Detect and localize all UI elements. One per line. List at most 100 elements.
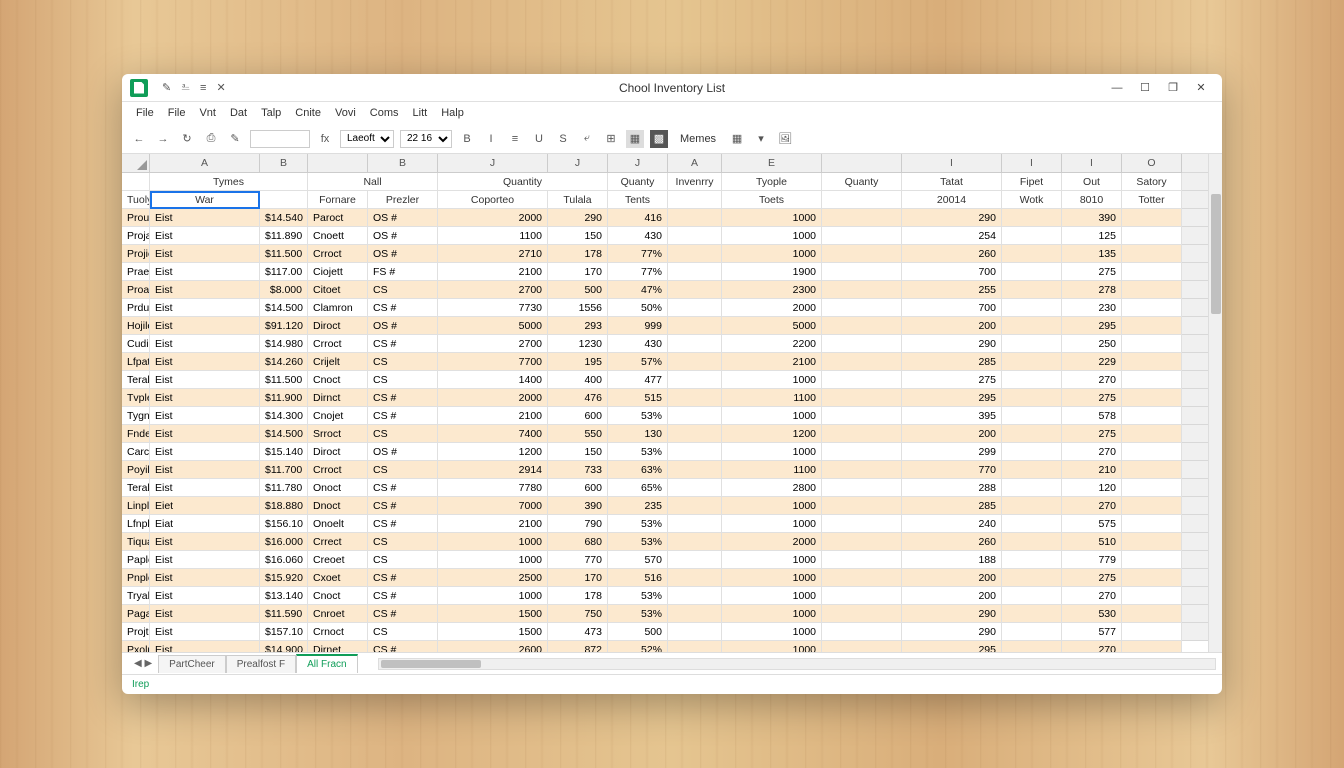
cell-work[interactable]	[1002, 263, 1062, 281]
cell-tents[interactable]: 50%	[608, 299, 668, 317]
paint-button[interactable]: ✎	[226, 130, 244, 148]
cell-cop[interactable]: 1400	[438, 371, 548, 389]
cell-toets[interactable]: 1000	[722, 587, 822, 605]
cell-tents[interactable]: 500	[608, 623, 668, 641]
horizontal-scrollbar[interactable]	[378, 658, 1216, 670]
cell-qty[interactable]	[822, 623, 902, 641]
cell-inv[interactable]	[668, 641, 722, 652]
quick-edit-icon[interactable]: ✎	[162, 81, 171, 94]
menu-coms[interactable]: Coms	[364, 105, 405, 121]
cell-prec[interactable]: CS	[368, 551, 438, 569]
cell-price[interactable]: $14.260	[260, 353, 308, 371]
cell-forn[interactable]: Cnroet	[308, 605, 368, 623]
cell-price[interactable]: $14.500	[260, 299, 308, 317]
cell-cop[interactable]: 1000	[438, 533, 548, 551]
back-button[interactable]: ←	[130, 130, 148, 148]
cell-prec[interactable]: CS	[368, 623, 438, 641]
cell-inv[interactable]	[668, 281, 722, 299]
cell-work[interactable]	[1002, 515, 1062, 533]
cell-qty[interactable]	[822, 389, 902, 407]
cell-inv[interactable]	[668, 209, 722, 227]
cell-qty[interactable]	[822, 209, 902, 227]
cell-cop[interactable]: 1000	[438, 551, 548, 569]
cell-tat[interactable]: 285	[902, 353, 1002, 371]
cell-tot[interactable]	[1122, 587, 1182, 605]
cell-out[interactable]: 390	[1062, 209, 1122, 227]
cell-qty[interactable]	[822, 533, 902, 551]
cell-b[interactable]: Eist	[150, 641, 260, 652]
cell-price[interactable]: $117.00	[260, 263, 308, 281]
cell-tat[interactable]: 285	[902, 497, 1002, 515]
cell-work[interactable]	[1002, 551, 1062, 569]
cell-out[interactable]: 577	[1062, 623, 1122, 641]
cell-price[interactable]: $11.900	[260, 389, 308, 407]
cell-toets[interactable]: 1000	[722, 245, 822, 263]
cell-forn[interactable]: Onoct	[308, 479, 368, 497]
cell-price[interactable]: $13.140	[260, 587, 308, 605]
cell-cop[interactable]: 1500	[438, 623, 548, 641]
col-header-9[interactable]	[822, 154, 902, 173]
close-button[interactable]: ✕	[1188, 78, 1214, 98]
cell-name[interactable]: Linply	[122, 497, 150, 515]
cell-cop[interactable]: 1500	[438, 605, 548, 623]
quick-format-icon[interactable]: ⎁	[181, 81, 190, 94]
dropdown-icon[interactable]: ▾	[752, 130, 770, 148]
strike-button[interactable]: S	[554, 130, 572, 148]
cell-inv[interactable]	[668, 425, 722, 443]
cell-work[interactable]	[1002, 587, 1062, 605]
cell-prec[interactable]: OS #	[368, 245, 438, 263]
cell-tot[interactable]	[1122, 461, 1182, 479]
cell-toets[interactable]: 1000	[722, 497, 822, 515]
cell-price[interactable]: $14.900	[260, 641, 308, 652]
cell-forn[interactable]: Cnoct	[308, 587, 368, 605]
cell-work[interactable]	[1002, 335, 1062, 353]
bold-button[interactable]: B	[458, 130, 476, 148]
cell-prec[interactable]: CS #	[368, 407, 438, 425]
cell-out[interactable]: 229	[1062, 353, 1122, 371]
cell-out[interactable]: 779	[1062, 551, 1122, 569]
cell-toets[interactable]: 1000	[722, 605, 822, 623]
cell-out[interactable]: 270	[1062, 371, 1122, 389]
vertical-scrollbar[interactable]	[1208, 154, 1222, 652]
cell-out[interactable]: 125	[1062, 227, 1122, 245]
cell-qty[interactable]	[822, 605, 902, 623]
hdr-quantity[interactable]: Quantity	[438, 173, 608, 191]
cell-forn[interactable]: Crroct	[308, 335, 368, 353]
cell-prec[interactable]: CS #	[368, 641, 438, 652]
cell-cop[interactable]: 2000	[438, 389, 548, 407]
cell-tul[interactable]: 750	[548, 605, 608, 623]
cell-out[interactable]: 210	[1062, 461, 1122, 479]
cell-b[interactable]: Eist	[150, 407, 260, 425]
cell-forn[interactable]: Cxoet	[308, 569, 368, 587]
subhdr-9[interactable]: Toets	[722, 191, 822, 209]
cell-tat[interactable]: 290	[902, 209, 1002, 227]
cell-tents[interactable]: 53%	[608, 533, 668, 551]
cell-tul[interactable]: 150	[548, 227, 608, 245]
cell-name[interactable]: Projiet	[122, 245, 150, 263]
subhdr-14[interactable]: Totter	[1122, 191, 1182, 209]
col-header-10[interactable]: I	[902, 154, 1002, 173]
cell-tul[interactable]: 178	[548, 245, 608, 263]
cell-b[interactable]: Eist	[150, 281, 260, 299]
cell-price[interactable]: $11.590	[260, 605, 308, 623]
cell-prec[interactable]: CS #	[368, 299, 438, 317]
cell-tot[interactable]	[1122, 443, 1182, 461]
cell-name[interactable]: Projalet	[122, 227, 150, 245]
hdr-tymes[interactable]: Tymes	[150, 173, 308, 191]
cell-b[interactable]: Eist	[150, 371, 260, 389]
cell-work[interactable]	[1002, 605, 1062, 623]
cell-toets[interactable]: 2000	[722, 299, 822, 317]
cell-inv[interactable]	[668, 317, 722, 335]
cell-price[interactable]: $18.880	[260, 497, 308, 515]
cell-tents[interactable]: 416	[608, 209, 668, 227]
cell-out[interactable]: 275	[1062, 389, 1122, 407]
cell-tents[interactable]: 53%	[608, 407, 668, 425]
col-header-4[interactable]: J	[438, 154, 548, 173]
cell-name[interactable]: Terall	[122, 371, 150, 389]
cell-prec[interactable]: CS #	[368, 389, 438, 407]
cell-work[interactable]	[1002, 461, 1062, 479]
cell-inv[interactable]	[668, 335, 722, 353]
cell-qty[interactable]	[822, 263, 902, 281]
cell-prec[interactable]: OS #	[368, 227, 438, 245]
cell-tot[interactable]	[1122, 389, 1182, 407]
